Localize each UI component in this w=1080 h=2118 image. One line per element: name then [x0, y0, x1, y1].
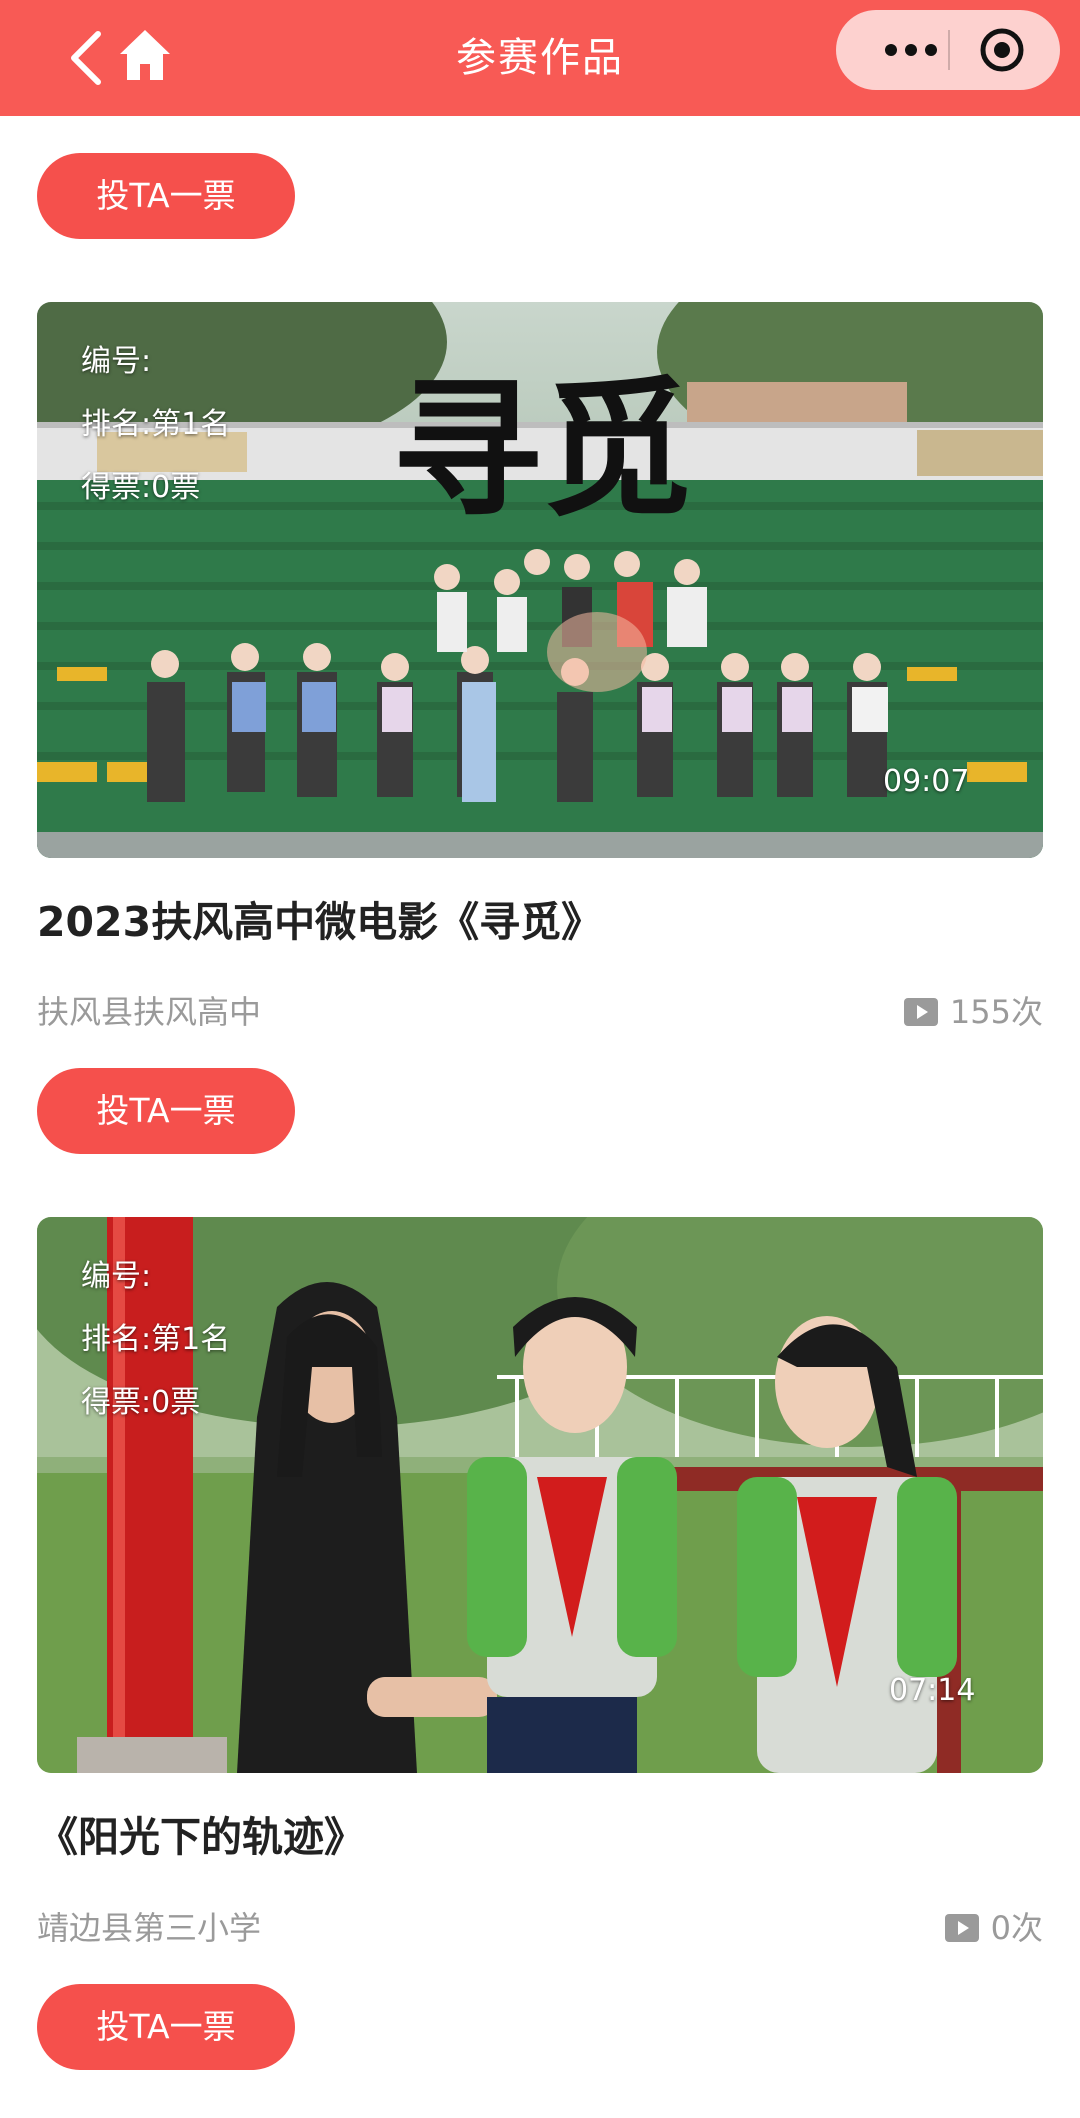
entry-school: 靖边县第三小学	[37, 1909, 262, 1947]
vote-button[interactable]: 投TA一票	[37, 1984, 295, 2070]
entry-views: 0次	[944, 1906, 1043, 1950]
mini-program-capsule	[836, 10, 1060, 90]
vote-button[interactable]: 投TA一票	[37, 153, 295, 239]
entry-rank: 排名:第1名	[81, 407, 231, 442]
video-thumbnail[interactable]: 编号: 排名:第1名 得票:0票 07:14	[37, 1217, 1043, 1773]
capsule-divider	[948, 30, 950, 70]
poster-title: 寻觅	[392, 362, 692, 538]
close-target-icon[interactable]	[978, 26, 1026, 74]
play-icon	[903, 998, 938, 1026]
video-thumbnail[interactable]: 寻觅 编号: 排名:第1名 得票:0票 09:07	[37, 302, 1043, 858]
nav-bar: 参赛作品	[0, 0, 1080, 116]
views-count: 155次	[949, 993, 1043, 1031]
entry-number: 编号:	[81, 1259, 152, 1294]
entry-rank: 排名:第1名	[81, 1322, 231, 1357]
entry-title[interactable]: 《阳光下的轨迹》	[37, 1809, 365, 1865]
entry-votes: 得票:0票	[81, 1385, 201, 1420]
entry-number: 编号:	[81, 344, 152, 379]
entry-views: 155次	[903, 990, 1043, 1034]
views-count: 0次	[990, 1909, 1043, 1947]
play-icon	[944, 1914, 979, 1942]
video-duration: 07:14	[889, 1673, 976, 1708]
entry-votes: 得票:0票	[81, 470, 201, 505]
video-duration: 09:07	[883, 764, 970, 799]
more-icon[interactable]	[866, 32, 956, 68]
entry-title[interactable]: 2023扶风高中微电影《寻觅》	[37, 894, 602, 950]
vote-button[interactable]: 投TA一票	[37, 1068, 295, 1154]
entry-school: 扶风县扶风高中	[37, 993, 262, 1031]
